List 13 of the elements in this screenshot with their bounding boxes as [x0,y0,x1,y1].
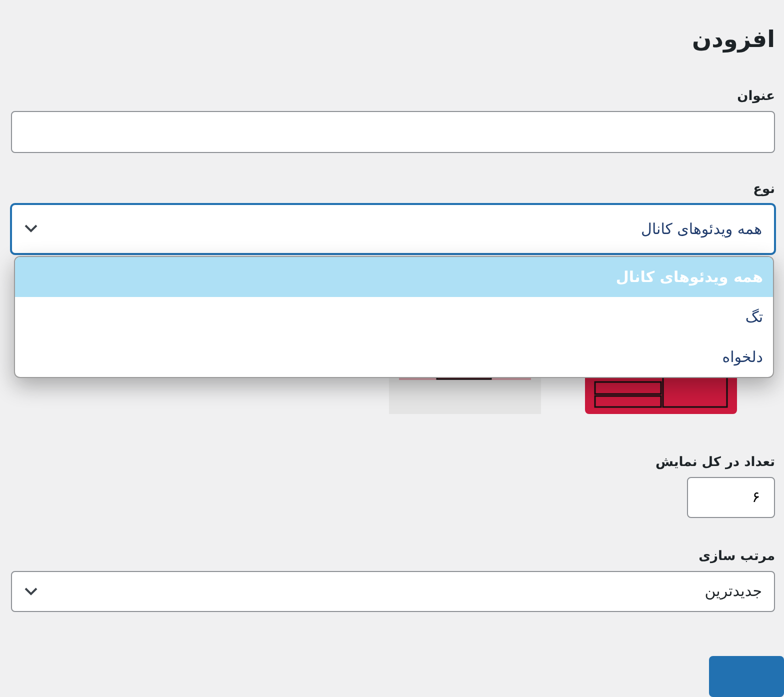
chevron-icon [24,586,38,596]
field-label: تعداد در کل نمایش [656,454,775,472]
dropdown-option[interactable]: تگ [15,296,773,337]
chevron-icon [24,224,38,234]
type-select[interactable]: همه ویدئوهای کانال [11,204,775,254]
title-field[interactable] [11,111,775,153]
field-label: نوع [753,180,775,199]
field-label: مرتب سازی [698,548,775,566]
sort-select[interactable]: جدیدترین [11,570,775,612]
field-label: عنوان [737,88,775,106]
page-heading: افزودن [692,26,775,55]
count-field[interactable]: ۶ [687,476,775,518]
dropdown-option[interactable]: دلخواه [15,336,773,377]
